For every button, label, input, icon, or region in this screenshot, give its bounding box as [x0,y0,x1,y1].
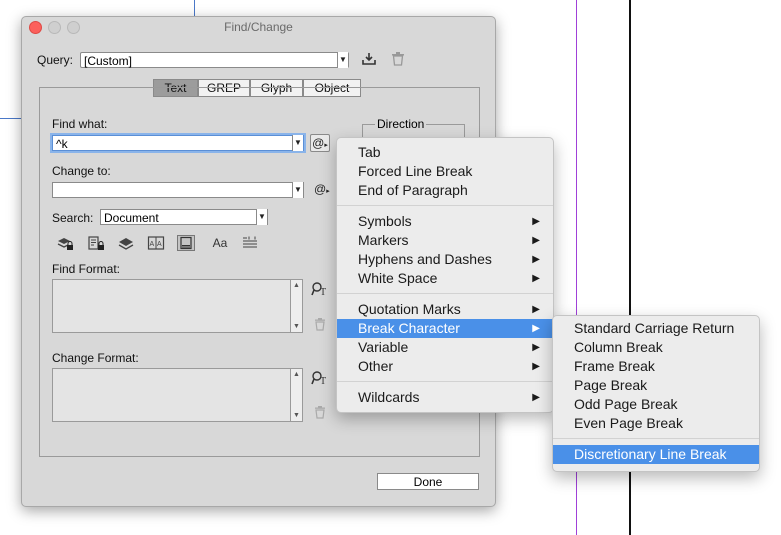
change-format-scrollbar[interactable]: ▲ ▼ [290,368,303,422]
include-locked-layers-icon[interactable] [56,235,74,251]
search-scope-dropdown[interactable]: Document ▼ [100,209,268,225]
clear-attributes-icon[interactable] [314,405,326,419]
menu-item-column-break[interactable]: Column Break [553,338,759,357]
chevron-down-icon: ▼ [256,209,267,225]
search-label: Search: [52,211,94,225]
menu-item-forced-line-break[interactable]: Forced Line Break [337,162,553,181]
search-scope-value: Document [104,211,159,225]
submenu-arrow-icon: ▶ [532,235,540,246]
include-master-pages-icon[interactable]: AA [147,235,165,251]
menu-separator [553,438,759,439]
menu-item-other[interactable]: Other ▶ [337,357,553,376]
specify-attributes-icon[interactable]: T [311,281,329,298]
submenu-arrow-icon: ▶ [532,216,540,227]
menu-item-end-of-paragraph[interactable]: End of Paragraph [337,181,553,200]
scroll-up-icon[interactable]: ▲ [291,282,302,289]
menu-item-variable[interactable]: Variable ▶ [337,338,553,357]
find-what-input[interactable]: ^k ▼ [52,135,304,151]
find-format-scrollbar[interactable]: ▲ ▼ [290,279,303,333]
menu-item-discretionary-line-break[interactable]: Discretionary Line Break [553,445,759,464]
menu-item-symbols[interactable]: Symbols ▶ [337,212,553,231]
chevron-down-icon[interactable]: ▼ [292,182,303,198]
change-format-label: Change Format: [52,351,139,365]
svg-text:A: A [157,241,162,248]
menu-item-hyphens-and-dashes[interactable]: Hyphens and Dashes ▶ [337,250,553,269]
whole-word-icon[interactable] [241,235,259,251]
submenu-arrow-icon: ▶ [532,254,540,265]
menu-item-odd-page-break[interactable]: Odd Page Break [553,395,759,414]
scroll-down-icon[interactable]: ▼ [291,323,302,330]
include-locked-stories-icon[interactable] [87,235,105,251]
submenu-arrow-icon: ▶ [532,342,540,353]
special-characters-icon[interactable]: @▸ [314,182,330,196]
find-format-label: Find Format: [52,262,121,276]
query-label: Query: [37,53,74,67]
break-character-submenu: Standard Carriage Return Column Break Fr… [552,315,760,472]
done-button[interactable]: Done [377,473,479,490]
specify-attributes-icon[interactable]: T [311,370,329,387]
menu-item-frame-break[interactable]: Frame Break [553,357,759,376]
scroll-up-icon[interactable]: ▲ [291,371,302,378]
menu-item-even-page-break[interactable]: Even Page Break [553,414,759,433]
special-characters-menu: Tab Forced Line Break End of Paragraph S… [336,137,554,413]
menu-separator [337,205,553,206]
minimize-window-button[interactable] [48,21,61,34]
change-to-label: Change to: [52,164,111,178]
menu-item-standard-carriage-return[interactable]: Standard Carriage Return [553,319,759,338]
find-what-value: ^k [56,137,68,151]
find-what-label: Find what: [52,117,108,131]
submenu-arrow-icon: ▶ [532,304,540,315]
svg-text:T: T [320,287,326,297]
menu-item-white-space[interactable]: White Space ▶ [337,269,553,288]
delete-query-icon[interactable] [391,51,405,67]
change-format-box [52,368,302,422]
query-dropdown[interactable]: [Custom] ▼ [80,52,349,68]
submenu-arrow-icon: ▶ [532,323,540,334]
menu-separator [337,293,553,294]
direction-label: Direction [375,117,427,131]
change-to-input[interactable]: ▼ [52,182,304,198]
menu-separator [337,381,553,382]
submenu-arrow-icon: ▶ [532,273,540,284]
svg-text:T: T [320,376,326,386]
case-sensitive-icon[interactable]: Aa [208,235,232,251]
menu-item-quotation-marks[interactable]: Quotation Marks ▶ [337,300,553,319]
svg-text:A: A [150,241,155,248]
close-window-button[interactable] [29,21,42,34]
special-characters-icon[interactable]: @▸ [310,134,330,152]
menu-item-markers[interactable]: Markers ▶ [337,231,553,250]
submenu-arrow-icon: ▶ [532,392,540,403]
menu-item-tab[interactable]: Tab [337,143,553,162]
menu-item-page-break[interactable]: Page Break [553,376,759,395]
guide-line-blue-horizontal [0,118,22,119]
include-footnotes-icon[interactable] [177,235,195,251]
menu-item-wildcards[interactable]: Wildcards ▶ [337,388,553,407]
chevron-down-icon[interactable]: ▼ [292,135,303,151]
window-title: Find/Change [224,20,293,34]
submenu-arrow-icon: ▶ [532,361,540,372]
include-hidden-layers-icon[interactable] [117,235,135,251]
chevron-down-icon: ▼ [337,52,348,68]
clear-attributes-icon[interactable] [314,317,326,331]
scroll-down-icon[interactable]: ▼ [291,412,302,419]
query-value: [Custom] [84,54,133,68]
find-format-box [52,279,302,333]
save-query-icon[interactable] [361,51,377,67]
zoom-window-button[interactable] [67,21,80,34]
menu-item-break-character[interactable]: Break Character ▶ [337,319,553,338]
